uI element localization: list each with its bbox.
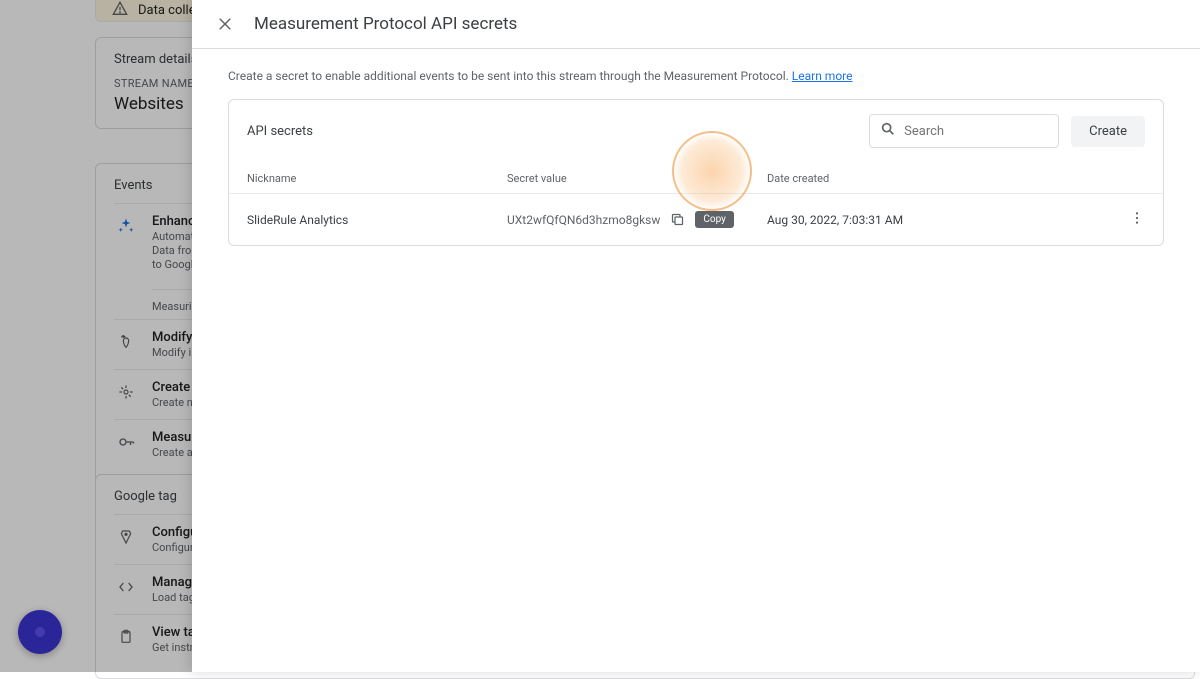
modal-title: Measurement Protocol API secrets bbox=[254, 14, 517, 34]
learn-more-link[interactable]: Learn more bbox=[792, 69, 853, 83]
row-more-button[interactable] bbox=[1129, 210, 1145, 229]
modal-body: Create a secret to enable additional eve… bbox=[192, 49, 1200, 672]
api-secrets-card: API secrets Create Nickname Secret value… bbox=[228, 99, 1164, 246]
row-secret-wrap: UXt2wfQfQN6d3hzmo8gksw Copy bbox=[507, 208, 767, 231]
modal-header: Measurement Protocol API secrets bbox=[192, 0, 1200, 49]
col-date: Date created bbox=[767, 172, 1027, 185]
col-nickname: Nickname bbox=[247, 172, 507, 185]
search-box[interactable] bbox=[869, 114, 1059, 148]
copy-button[interactable] bbox=[666, 208, 689, 231]
intro-text: Create a secret to enable additional eve… bbox=[228, 69, 1164, 83]
create-button[interactable]: Create bbox=[1071, 116, 1145, 147]
secrets-toolbar: API secrets Create bbox=[229, 100, 1163, 162]
api-secrets-modal: Measurement Protocol API secrets Create … bbox=[192, 0, 1200, 672]
copy-icon bbox=[670, 212, 685, 227]
table-header: Nickname Secret value Date created bbox=[229, 162, 1163, 193]
search-icon bbox=[880, 121, 896, 141]
close-button[interactable] bbox=[216, 15, 234, 33]
col-secret: Secret value bbox=[507, 172, 767, 185]
secrets-card-title: API secrets bbox=[247, 124, 857, 139]
row-secret: UXt2wfQfQN6d3hzmo8gksw bbox=[507, 213, 660, 227]
copy-tooltip: Copy bbox=[695, 211, 734, 228]
row-nickname: SlideRule Analytics bbox=[247, 213, 507, 227]
table-row: SlideRule Analytics UXt2wfQfQN6d3hzmo8gk… bbox=[229, 193, 1163, 245]
row-date: Aug 30, 2022, 7:03:31 AM bbox=[767, 213, 1027, 227]
search-input[interactable] bbox=[904, 124, 1048, 139]
intro-main: Create a secret to enable additional eve… bbox=[228, 69, 789, 83]
more-vert-icon bbox=[1129, 210, 1145, 226]
close-icon bbox=[216, 15, 234, 33]
